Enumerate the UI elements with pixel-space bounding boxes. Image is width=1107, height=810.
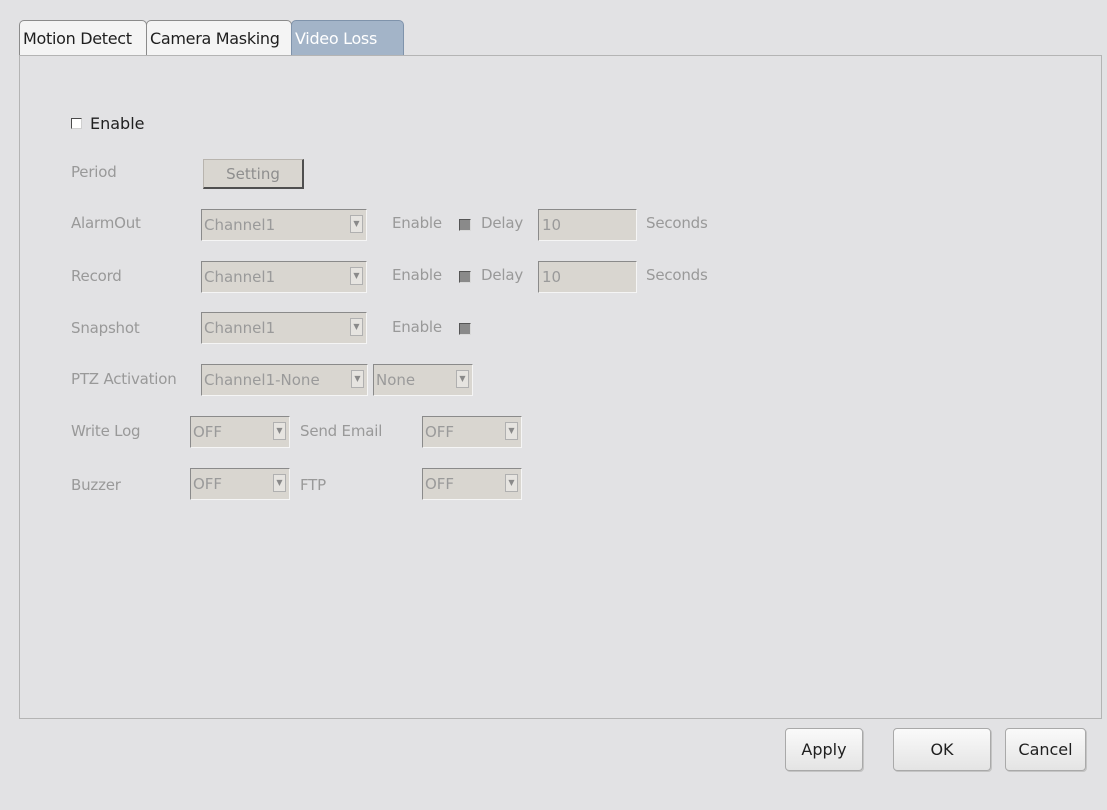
tab-camera-masking[interactable]: Camera Masking bbox=[146, 20, 292, 55]
alarmout-delay-input[interactable]: 10 bbox=[538, 209, 637, 241]
chevron-down-icon[interactable]: ▼ bbox=[350, 215, 363, 233]
ftp-select[interactable]: OFF ▼ bbox=[422, 468, 522, 500]
chevron-down-icon[interactable]: ▼ bbox=[273, 422, 286, 440]
period-label: Period bbox=[71, 163, 117, 181]
enable-checkbox-row[interactable]: Enable bbox=[71, 114, 145, 133]
chevron-down-icon[interactable]: ▼ bbox=[505, 422, 518, 440]
tab-video-loss[interactable]: Video Loss bbox=[291, 20, 404, 57]
tab-motion-detect[interactable]: Motion Detect bbox=[19, 20, 147, 55]
chevron-down-icon[interactable]: ▼ bbox=[351, 370, 364, 388]
alarmout-enable-label: Enable bbox=[392, 214, 442, 232]
send-email-select[interactable]: OFF ▼ bbox=[422, 416, 522, 448]
alarmout-channel-value: Channel1 bbox=[204, 216, 276, 234]
tab-bar: Motion Detect Camera Masking Video Loss bbox=[19, 20, 404, 57]
record-label: Record bbox=[71, 267, 122, 285]
snapshot-enable-label: Enable bbox=[392, 318, 442, 336]
cancel-button[interactable]: Cancel bbox=[1005, 728, 1086, 771]
ptz-preset-select[interactable]: None ▼ bbox=[373, 364, 473, 396]
snapshot-channel-value: Channel1 bbox=[204, 319, 276, 337]
record-channel-select[interactable]: Channel1 ▼ bbox=[201, 261, 367, 293]
period-setting-button[interactable]: Setting bbox=[203, 159, 304, 189]
send-email-value: OFF bbox=[425, 423, 455, 441]
chevron-down-icon[interactable]: ▼ bbox=[273, 474, 286, 492]
send-email-label: Send Email bbox=[300, 422, 383, 440]
write-log-select[interactable]: OFF ▼ bbox=[190, 416, 290, 448]
ok-button[interactable]: OK bbox=[893, 728, 991, 771]
ptz-channel-select[interactable]: Channel1-None ▼ bbox=[201, 364, 368, 396]
alarmout-label: AlarmOut bbox=[71, 214, 141, 232]
alarmout-unit-label: Seconds bbox=[646, 214, 708, 232]
ptz-preset-value: None bbox=[376, 371, 416, 389]
buzzer-label: Buzzer bbox=[71, 476, 121, 494]
snapshot-enable-checkbox[interactable] bbox=[459, 323, 471, 335]
record-delay-input[interactable]: 10 bbox=[538, 261, 637, 293]
buzzer-value: OFF bbox=[193, 475, 223, 493]
ptz-activation-label: PTZ Activation bbox=[71, 370, 177, 388]
apply-button[interactable]: Apply bbox=[785, 728, 863, 771]
chevron-down-icon[interactable]: ▼ bbox=[350, 318, 363, 336]
ftp-label: FTP bbox=[300, 476, 326, 494]
snapshot-channel-select[interactable]: Channel1 ▼ bbox=[201, 312, 367, 344]
chevron-down-icon[interactable]: ▼ bbox=[505, 474, 518, 492]
record-channel-value: Channel1 bbox=[204, 268, 276, 286]
record-delay-label: Delay bbox=[481, 266, 524, 284]
write-log-value: OFF bbox=[193, 423, 223, 441]
chevron-down-icon[interactable]: ▼ bbox=[456, 370, 469, 388]
ftp-value: OFF bbox=[425, 475, 455, 493]
buzzer-select[interactable]: OFF ▼ bbox=[190, 468, 290, 500]
write-log-label: Write Log bbox=[71, 422, 141, 440]
chevron-down-icon[interactable]: ▼ bbox=[350, 267, 363, 285]
record-enable-checkbox[interactable] bbox=[459, 271, 471, 283]
enable-label: Enable bbox=[90, 114, 145, 133]
record-enable-label: Enable bbox=[392, 266, 442, 284]
record-unit-label: Seconds bbox=[646, 266, 708, 284]
ptz-channel-value: Channel1-None bbox=[204, 371, 320, 389]
alarmout-enable-checkbox[interactable] bbox=[459, 219, 471, 231]
alarmout-channel-select[interactable]: Channel1 ▼ bbox=[201, 209, 367, 241]
settings-panel bbox=[19, 55, 1102, 719]
enable-checkbox[interactable] bbox=[71, 118, 82, 129]
alarmout-delay-label: Delay bbox=[481, 214, 524, 232]
snapshot-label: Snapshot bbox=[71, 319, 140, 337]
